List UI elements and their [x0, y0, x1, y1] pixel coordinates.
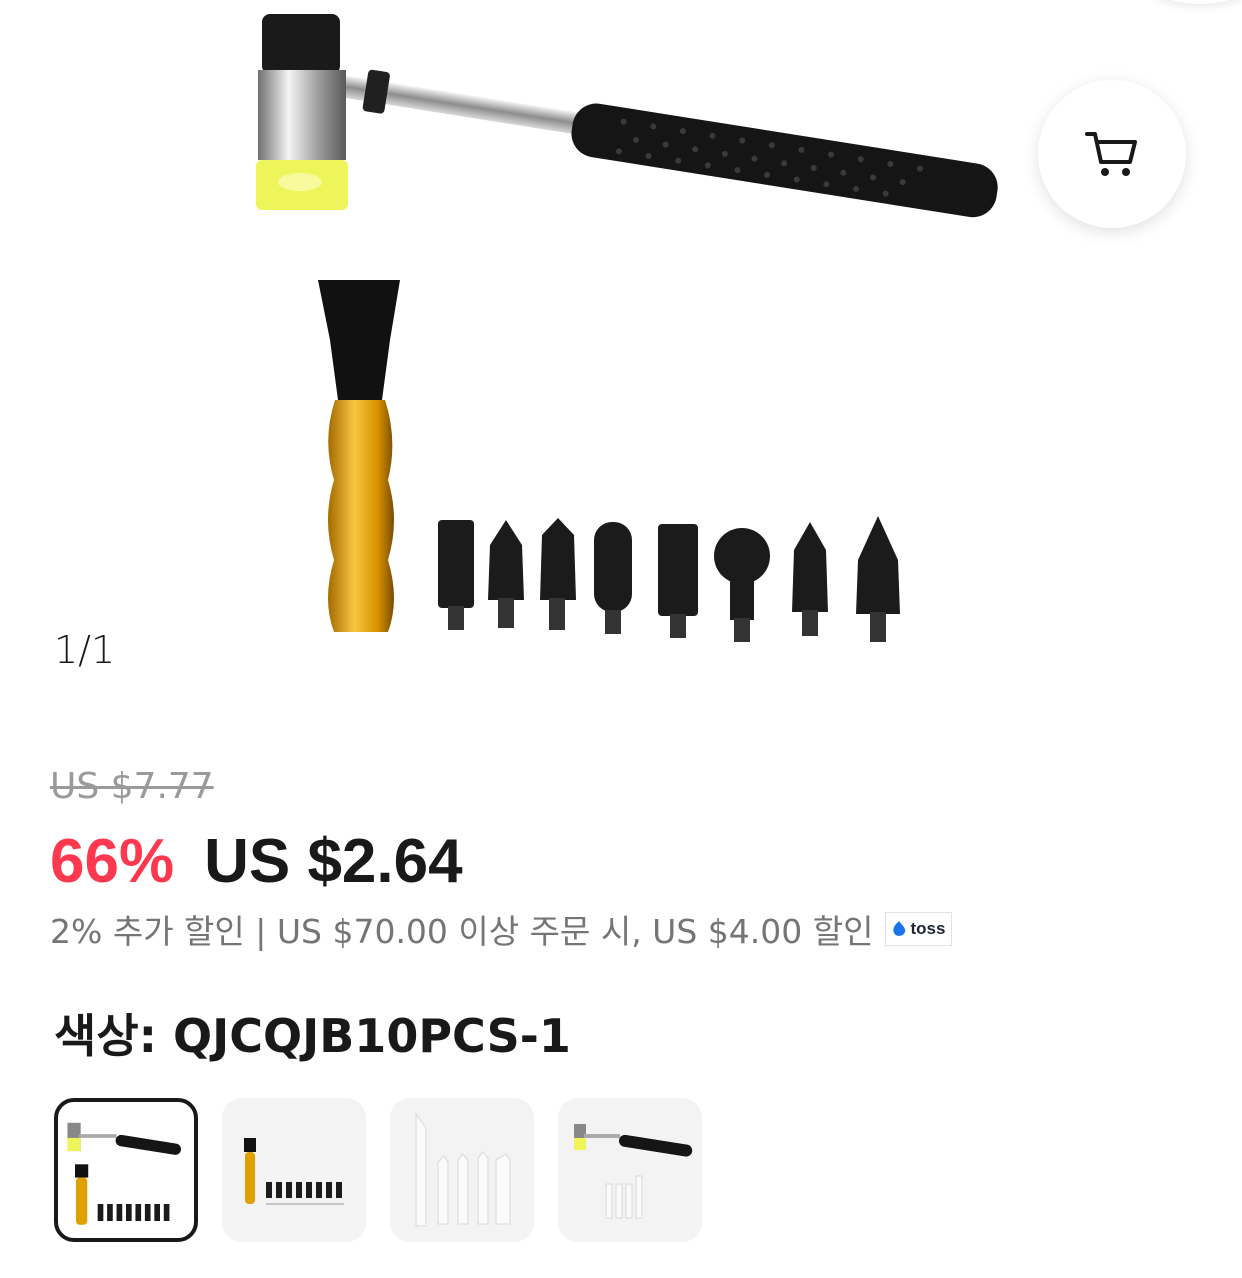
thumb-image-2 — [222, 1098, 366, 1242]
variant-thumb-2[interactable] — [222, 1098, 366, 1242]
product-image-gallery[interactable]: 1/1 — [0, 0, 1242, 700]
cart-icon — [1085, 132, 1137, 176]
variant-thumbnails — [54, 1098, 702, 1242]
thumb-image-1 — [67, 1122, 182, 1225]
variant-thumb-1[interactable] — [54, 1098, 198, 1242]
price-row: 66% US $2.64 — [50, 826, 463, 897]
toss-label: toss — [910, 919, 946, 938]
variant-thumb-3[interactable] — [390, 1098, 534, 1242]
thumb-image-3 — [390, 1098, 534, 1242]
promo-info[interactable]: 2% 추가 할인 | US $70.00 이상 주문 시, US $4.00 할… — [50, 905, 953, 953]
promo-text: 2% 추가 할인 | US $70.00 이상 주문 시, US $4.00 할… — [50, 912, 874, 951]
current-price: US $2.64 — [204, 827, 463, 896]
original-price: US $7.77 — [50, 766, 214, 807]
toss-badge: toss — [885, 912, 953, 946]
image-counter: 1/1 — [54, 628, 116, 672]
toss-logo-icon — [893, 921, 906, 936]
thumb-image-4 — [558, 1098, 702, 1242]
variant-thumb-4[interactable] — [558, 1098, 702, 1242]
variant-label: 색상: QJCQJB10PCS-1 — [54, 1009, 571, 1063]
cart-button[interactable] — [1038, 80, 1186, 228]
discount-percent: 66% — [50, 827, 175, 896]
